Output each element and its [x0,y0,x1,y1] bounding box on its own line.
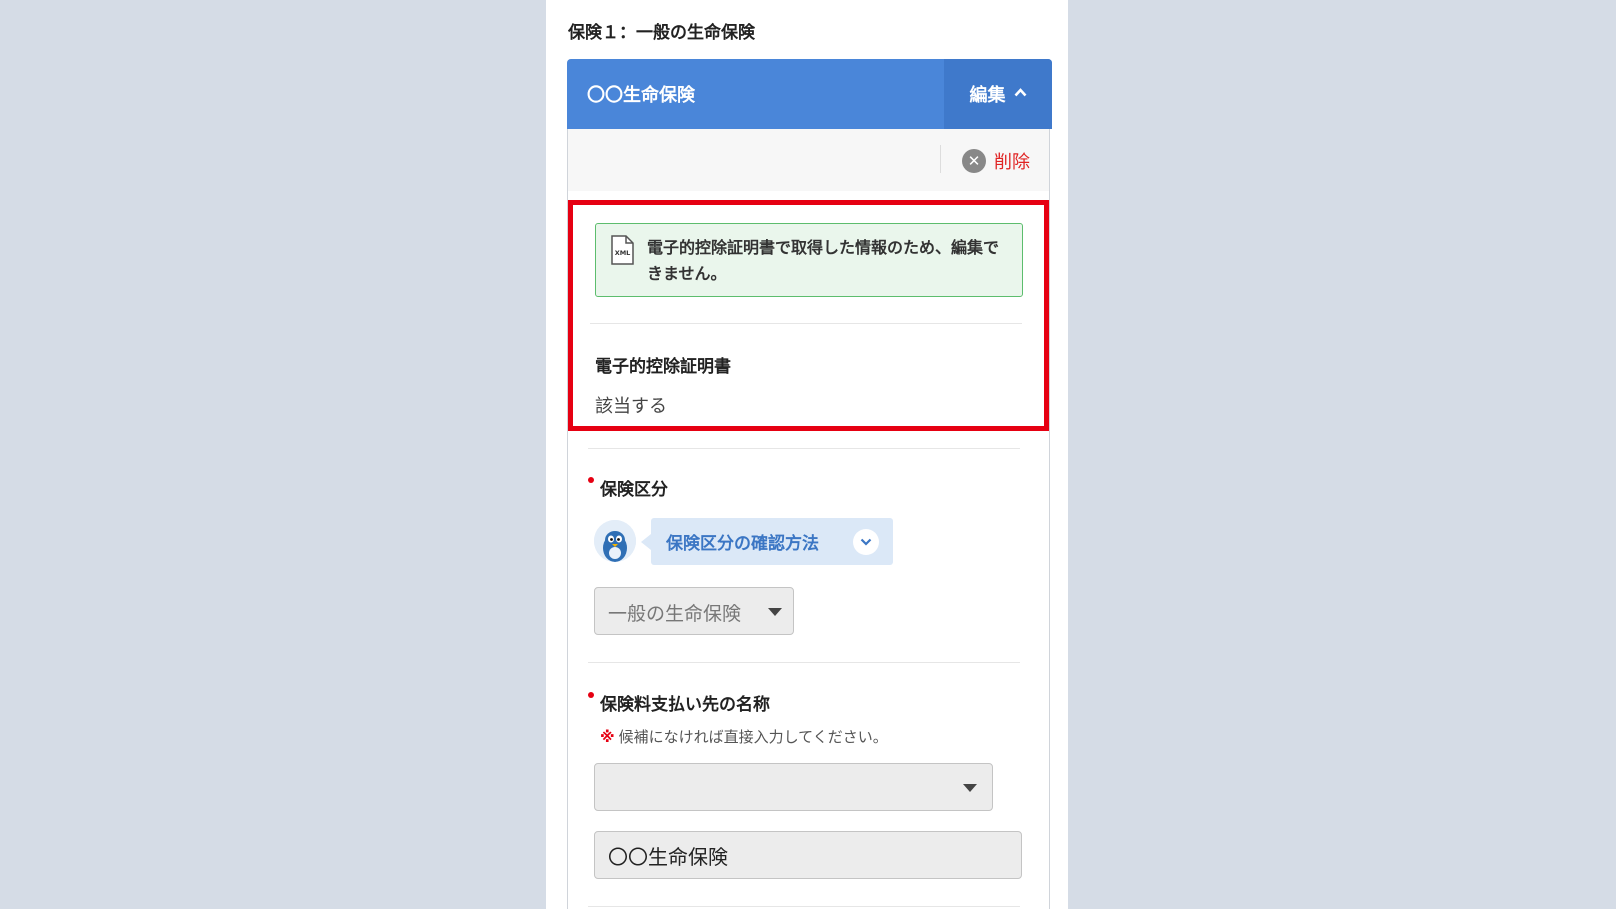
mascot-avatar-icon [594,520,636,562]
hint-text: 候補になければ直接入力してください。 [618,728,888,746]
insurance-card: 〇〇生命保険 編集 ✕ 削除 XML 電子的控除証明書で取得した情報のため、編集… [567,59,1052,909]
category-help-toggle[interactable]: 保険区分の確認方法 [641,518,893,565]
delete-button[interactable]: ✕ 削除 [962,148,1030,174]
divider [588,662,1020,663]
chevron-up-icon [1014,86,1027,101]
insurance-category-label: 保険区分 [600,480,668,500]
payee-name-label: 保険料支払い先の名称 [600,695,770,715]
highlight-box: XML 電子的控除証明書で取得した情報のため、編集できません。 電子的控除証明書… [568,200,1049,431]
delete-label: 削除 [994,152,1030,173]
required-dot [588,692,594,698]
section-title: 保険１：一般の生命保険 [568,23,755,43]
insurance-category-select[interactable]: 一般の生命保険 [594,587,794,635]
dropdown-arrow-icon [963,784,977,792]
xml-file-icon: XML [610,235,634,265]
category-help-label: 保険区分の確認方法 [666,534,819,554]
action-divider [940,145,941,173]
payee-name-input[interactable] [594,831,1022,879]
required-dot [588,477,594,483]
chevron-down-icon [853,529,879,555]
close-circle-icon: ✕ [962,149,986,173]
hint-mark: ※ [600,728,615,746]
card-action-bar: ✕ 削除 [568,129,1049,191]
card-title: 〇〇生命保険 [587,85,695,106]
insurance-category-value: 一般の生命保険 [608,603,742,625]
svg-text:XML: XML [615,249,631,257]
edit-label: 編集 [969,85,1006,106]
divider [588,906,1020,907]
payee-name-select[interactable] [594,763,993,811]
notice-message: 電子的控除証明書で取得した情報のため、編集できません。 [647,238,1000,283]
readonly-notice: XML 電子的控除証明書で取得した情報のため、編集できません。 [595,223,1023,297]
card-header: 〇〇生命保険 編集 [567,59,1052,129]
divider [590,323,1022,324]
certificate-value: 該当する [595,396,667,417]
edit-toggle-button[interactable]: 編集 [944,59,1052,129]
divider [588,448,1020,449]
certificate-label: 電子的控除証明書 [595,357,731,377]
payee-name-hint: ※ 候補になければ直接入力してください。 [600,726,888,747]
page-container: 保険１：一般の生命保険 〇〇生命保険 編集 ✕ 削除 XML 電子的控除証明書で… [546,0,1068,909]
dropdown-arrow-icon [768,608,782,616]
